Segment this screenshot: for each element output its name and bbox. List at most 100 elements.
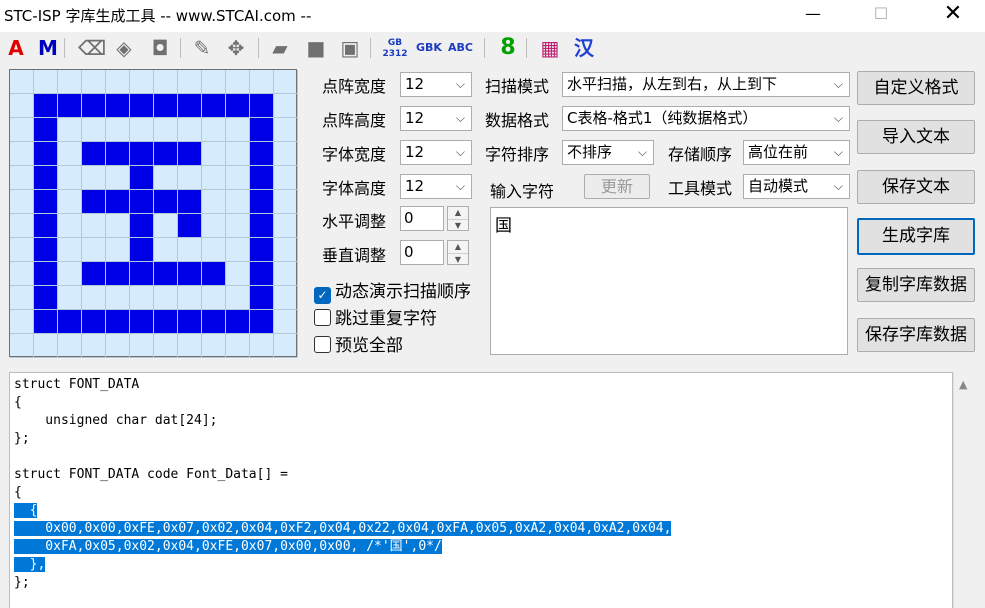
matrix-cell[interactable]: [82, 334, 106, 358]
checkbox-box[interactable]: [314, 309, 331, 326]
matrix-cell[interactable]: [58, 166, 82, 190]
matrix-cell[interactable]: [154, 118, 178, 142]
matrix-cell[interactable]: [274, 70, 298, 94]
matrix-cell[interactable]: [202, 118, 226, 142]
matrix-cell[interactable]: [10, 190, 34, 214]
font-width-select[interactable]: 12 ⌵: [400, 140, 472, 165]
matrix-cell[interactable]: [202, 142, 226, 166]
store-order-select[interactable]: 高位在前 ⌵: [743, 140, 850, 165]
v-adjust-spinner[interactable]: ▲ ▼: [447, 240, 469, 265]
matrix-cell[interactable]: [178, 310, 202, 334]
matrix-cell[interactable]: [58, 190, 82, 214]
matrix-cell[interactable]: [154, 214, 178, 238]
matrix-cell[interactable]: [178, 94, 202, 118]
spin-up-icon[interactable]: ▲: [448, 241, 468, 253]
matrix-cell[interactable]: [178, 334, 202, 358]
matrix-cell[interactable]: [274, 118, 298, 142]
matrix-cell[interactable]: [226, 94, 250, 118]
matrix-cell[interactable]: [58, 118, 82, 142]
matrix-cell[interactable]: [178, 190, 202, 214]
matrix-cell[interactable]: [58, 214, 82, 238]
matrix-cell[interactable]: [106, 142, 130, 166]
matrix-cell[interactable]: [250, 70, 274, 94]
matrix-cell[interactable]: [82, 238, 106, 262]
stamp-icon[interactable]: ◘: [148, 36, 172, 60]
matrix-cell[interactable]: [130, 142, 154, 166]
matrix-cell[interactable]: [202, 238, 226, 262]
matrix-cell[interactable]: [226, 142, 250, 166]
move-icon[interactable]: ✥: [224, 36, 248, 60]
save-font-data-button[interactable]: 保存字库数据: [857, 318, 975, 352]
matrix-cell[interactable]: [154, 262, 178, 286]
matrix-cell[interactable]: [178, 214, 202, 238]
matrix-cell[interactable]: [34, 70, 58, 94]
matrix-cell[interactable]: [34, 334, 58, 358]
matrix-cell[interactable]: [226, 118, 250, 142]
matrix-cell[interactable]: [10, 70, 34, 94]
checkbox-box[interactable]: [314, 336, 331, 353]
matrix-cell[interactable]: [10, 310, 34, 334]
matrix-cell[interactable]: [250, 166, 274, 190]
matrix-cell[interactable]: [10, 286, 34, 310]
matrix-cell[interactable]: [274, 94, 298, 118]
dot-height-select[interactable]: 12 ⌵: [400, 106, 472, 131]
eraser-icon[interactable]: ⌫: [78, 36, 106, 60]
gb2312-icon[interactable]: GB 2312: [380, 36, 410, 60]
matrix-cell[interactable]: [250, 142, 274, 166]
scroll-up-icon[interactable]: ▲: [959, 378, 967, 391]
matrix-cell[interactable]: [154, 310, 178, 334]
matrix-cell[interactable]: [34, 238, 58, 262]
matrix-cell[interactable]: [226, 70, 250, 94]
matrix-cell[interactable]: [250, 118, 274, 142]
matrix-cell[interactable]: [130, 286, 154, 310]
matrix-cell[interactable]: [106, 214, 130, 238]
matrix-cell[interactable]: [58, 286, 82, 310]
matrix-cell[interactable]: [274, 310, 298, 334]
matrix-cell[interactable]: [58, 262, 82, 286]
matrix-cell[interactable]: [154, 334, 178, 358]
generate-font-button[interactable]: 生成字库: [857, 218, 975, 255]
gbk-icon[interactable]: GBK: [416, 36, 442, 60]
matrix-cell[interactable]: [178, 166, 202, 190]
matrix-cell[interactable]: [274, 238, 298, 262]
dynamic-scan-demo-checkbox[interactable]: ✓ 动态演示扫描顺序: [314, 277, 471, 304]
matrix-cell[interactable]: [202, 334, 226, 358]
matrix-cell[interactable]: [82, 166, 106, 190]
data-format-select[interactable]: C表格-格式1（纯数据格式） ⌵: [562, 106, 850, 131]
code-output[interactable]: struct FONT_DATA { unsigned char dat[24];…: [9, 372, 953, 608]
refresh-button[interactable]: 更新: [584, 174, 650, 199]
matrix-cell[interactable]: [130, 118, 154, 142]
matrix-cell[interactable]: [250, 238, 274, 262]
import-text-button[interactable]: 导入文本: [857, 120, 975, 154]
matrix-cell[interactable]: [178, 286, 202, 310]
char-sort-select[interactable]: 不排序 ⌵: [562, 140, 654, 165]
matrix-cell[interactable]: [178, 118, 202, 142]
matrix-cell[interactable]: [274, 262, 298, 286]
matrix-cell[interactable]: [130, 262, 154, 286]
h-adjust-spinner[interactable]: ▲ ▼: [447, 206, 469, 231]
minimize-button[interactable]: —: [790, 0, 836, 30]
matrix-cell[interactable]: [82, 286, 106, 310]
chinese-icon[interactable]: 汉: [572, 36, 596, 60]
matrix-cell[interactable]: [10, 262, 34, 286]
copy-font-data-button[interactable]: 复制字库数据: [857, 268, 975, 302]
matrix-cell[interactable]: [202, 94, 226, 118]
matrix-cell[interactable]: [10, 142, 34, 166]
matrix-cell[interactable]: [202, 214, 226, 238]
matrix-cell[interactable]: [10, 166, 34, 190]
matrix-cell[interactable]: [178, 262, 202, 286]
matrix-cell[interactable]: [202, 70, 226, 94]
matrix-cell[interactable]: [34, 118, 58, 142]
matrix-cell[interactable]: [250, 286, 274, 310]
dot-width-select[interactable]: 12 ⌵: [400, 72, 472, 97]
matrix-cell[interactable]: [274, 214, 298, 238]
matrix-cell[interactable]: [58, 238, 82, 262]
matrix-cell[interactable]: [154, 94, 178, 118]
matrix-cell[interactable]: [106, 334, 130, 358]
matrix-cell[interactable]: [154, 70, 178, 94]
matrix-cell[interactable]: [58, 334, 82, 358]
checkbox-box[interactable]: ✓: [314, 287, 331, 304]
matrix-cell[interactable]: [106, 94, 130, 118]
matrix-cell[interactable]: [250, 94, 274, 118]
matrix-cell[interactable]: [82, 118, 106, 142]
